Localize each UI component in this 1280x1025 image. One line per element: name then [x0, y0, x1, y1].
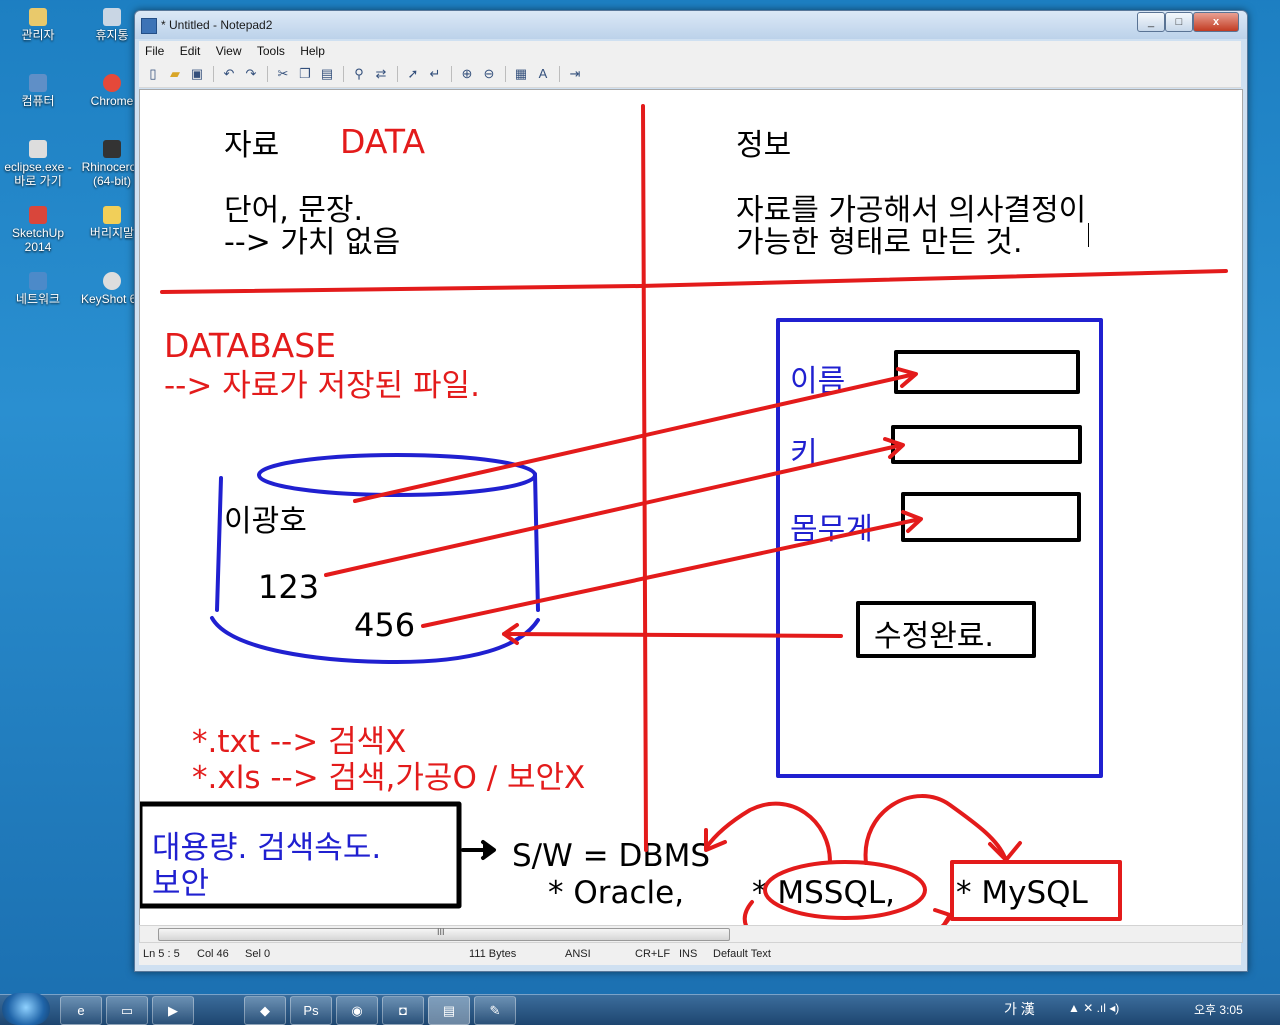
ink-field-weight	[901, 492, 1081, 542]
ink-form-box	[776, 318, 1103, 778]
ink-vertical-divider	[641, 104, 648, 852]
photoshop-icon[interactable]: Ps	[290, 996, 332, 1025]
explorer-icon[interactable]: ▭	[106, 996, 148, 1025]
app2-icon[interactable]: ◘	[382, 996, 424, 1025]
copy-icon[interactable]: ❐	[297, 66, 313, 82]
ink-arrow-name	[353, 372, 917, 503]
undo-icon[interactable]: ↶	[221, 66, 237, 82]
scrollbar-thumb[interactable]: III	[158, 927, 730, 941]
zoom-out-icon[interactable]: ⊖	[481, 66, 497, 82]
menu-tools[interactable]: Tools	[251, 41, 291, 58]
menu-help[interactable]: Help	[294, 41, 331, 58]
window-title: * Untitled - Notepad2	[161, 18, 273, 32]
status-scheme: Default Text	[713, 948, 771, 960]
ink-swirl-to-mysql	[863, 794, 1007, 865]
notepad2-window: * Untitled - Notepad2 _ □ x File Edit Vi…	[134, 10, 1248, 972]
ink-cylinder-top	[257, 453, 537, 497]
tray-icons[interactable]: ▲ ✕ .ıl ◂)	[1068, 1001, 1119, 1015]
ink-mssql-circle	[763, 860, 927, 920]
ink-cylinder-sides	[210, 472, 540, 664]
chrome-icon[interactable]: ◉	[336, 996, 378, 1025]
minimize-button[interactable]: _	[1137, 12, 1165, 32]
open-icon[interactable]: ▰	[167, 66, 183, 82]
wordwrap-icon[interactable]: ↵	[427, 66, 443, 82]
exit-icon[interactable]: ⇥	[567, 66, 583, 82]
folder-icon	[103, 206, 121, 224]
keyshot-icon	[103, 272, 121, 290]
paste-icon[interactable]: ▤	[319, 66, 335, 82]
ink-edit-done-button	[856, 601, 1036, 658]
media-player-icon[interactable]: ▶	[152, 996, 194, 1025]
desktop-icon-eclipse[interactable]: eclipse.exe - 바로 가기	[2, 140, 74, 188]
notepad2-app-icon	[141, 18, 157, 34]
desktop-icon-computer[interactable]: 컴퓨터	[2, 74, 74, 108]
ime-indicator[interactable]: 가 漢	[1004, 999, 1035, 1019]
ink-features-box	[140, 801, 462, 909]
ink-arrow-height	[324, 443, 904, 577]
status-line: Ln 5 : 5	[143, 948, 180, 960]
close-button[interactable]: x	[1193, 12, 1239, 32]
status-column: Col 46	[197, 948, 229, 960]
chrome-icon	[103, 74, 121, 92]
clock[interactable]: 오후 3:05	[1194, 1001, 1243, 1018]
ink-mysql-box	[950, 860, 1122, 921]
status-bar: Ln 5 : 5 Col 46 Sel 0 111 Bytes ANSI CR+…	[139, 943, 1241, 965]
status-mode: INS	[679, 948, 698, 960]
ink-arrow-save	[502, 632, 843, 638]
network-icon	[29, 272, 47, 290]
status-size: 111 Bytes	[469, 948, 517, 960]
save-icon[interactable]: ▣	[189, 66, 205, 82]
text-editor[interactable]: 자료 DATA 정보 단어, 문장. --> 가치 없음 자료를 가공해서 의사…	[139, 89, 1243, 927]
status-eol: CR+LF	[635, 948, 671, 960]
maximize-button[interactable]: □	[1165, 12, 1193, 32]
menu-bar: File Edit View Tools Help	[139, 41, 1241, 61]
recycle-bin-icon	[103, 8, 121, 26]
taskbar: e ▭ ▶ ◆ Ps ◉ ◘ ▤ ✎ 가 漢 ▲ ✕ .ıl ◂) 오후 3:0…	[0, 993, 1280, 1025]
select-scheme-icon[interactable]: ▦	[513, 66, 529, 82]
status-encoding: ANSI	[565, 948, 591, 960]
ie-icon[interactable]: e	[60, 996, 102, 1025]
replace-icon[interactable]: ⇄	[373, 66, 389, 82]
app-icon[interactable]: ◆	[244, 996, 286, 1025]
cut-icon[interactable]: ✂	[275, 66, 291, 82]
desktop-icon-sketchup[interactable]: SketchUp 2014	[2, 206, 74, 254]
notepad2-icon[interactable]: ▤	[428, 996, 470, 1025]
goto-icon[interactable]: ➚	[405, 66, 421, 82]
status-selection: Sel 0	[245, 948, 271, 960]
toolbar: ▯ ▰ ▣ ↶ ↷ ✂ ❐ ▤ ⚲ ⇄ ➚ ↵ ⊕ ⊖ ▦ A ⇥	[139, 61, 1241, 88]
ink-field-height	[891, 425, 1082, 464]
font-icon[interactable]: A	[535, 66, 551, 82]
ink-field-name	[894, 350, 1080, 394]
menu-edit[interactable]: Edit	[174, 41, 207, 58]
ink-horizontal-divider	[160, 269, 1228, 294]
desktop-icon-admin[interactable]: 관리자	[2, 8, 74, 42]
ink-swirl-to-dbms	[704, 801, 832, 864]
computer-icon	[29, 74, 47, 92]
horizontal-scrollbar[interactable]: III	[139, 925, 1243, 943]
rhinoceros-icon	[103, 140, 121, 158]
menu-view[interactable]: View	[210, 41, 248, 58]
eclipse-icon	[29, 140, 47, 158]
desktop-icon-network[interactable]: 네트워크	[2, 272, 74, 306]
zoom-in-icon[interactable]: ⊕	[459, 66, 475, 82]
start-button[interactable]	[2, 993, 50, 1025]
find-icon[interactable]: ⚲	[351, 66, 367, 82]
redo-icon[interactable]: ↷	[243, 66, 259, 82]
sketchup-icon	[29, 206, 47, 224]
ink-overlay	[140, 104, 1228, 926]
menu-file[interactable]: File	[139, 41, 170, 58]
paint-icon[interactable]: ✎	[474, 996, 516, 1025]
title-bar[interactable]: * Untitled - Notepad2 _ □ x	[135, 11, 1247, 39]
user-folder-icon	[29, 8, 47, 26]
new-icon[interactable]: ▯	[145, 66, 161, 82]
